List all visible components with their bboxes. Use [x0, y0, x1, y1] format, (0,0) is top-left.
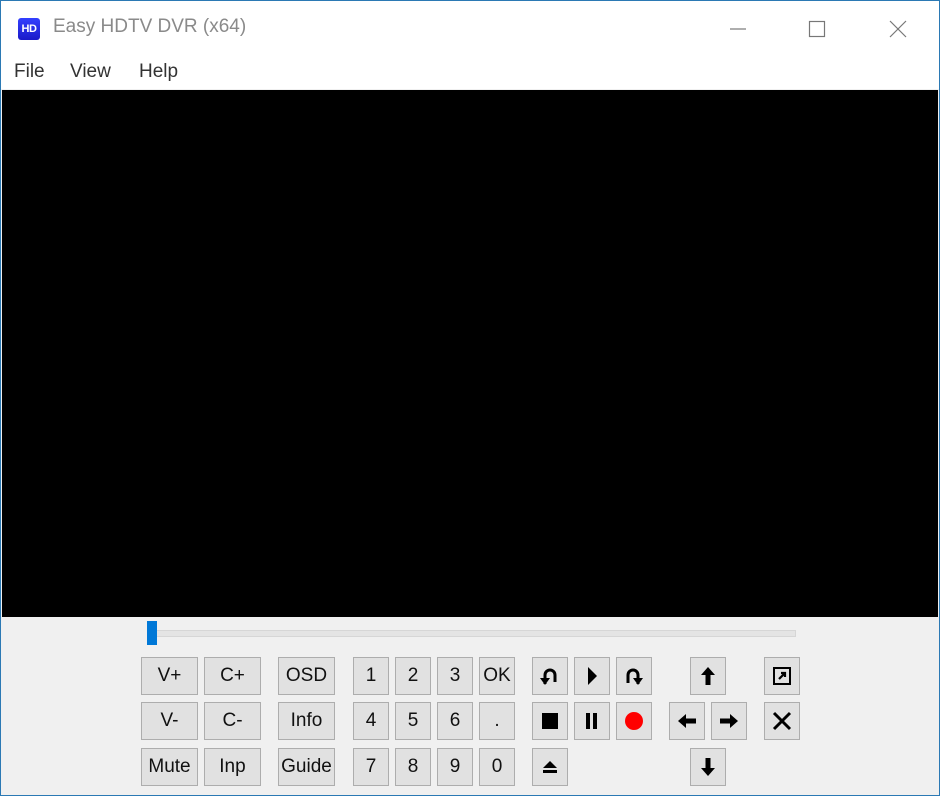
- play-button[interactable]: [574, 657, 610, 695]
- record-button[interactable]: [616, 702, 652, 740]
- key-6-button[interactable]: 6: [437, 702, 473, 740]
- nav-down-button[interactable]: [690, 748, 726, 786]
- stop-icon: [542, 713, 558, 729]
- nav-left-button[interactable]: [669, 702, 705, 740]
- osd-button[interactable]: OSD: [278, 657, 335, 695]
- arrow-down-icon: [701, 758, 715, 776]
- seek-track[interactable]: [156, 630, 796, 637]
- mute-button[interactable]: Mute: [141, 748, 198, 786]
- eject-icon: [543, 761, 557, 773]
- minimize-icon: [730, 27, 746, 30]
- key-2-button[interactable]: 2: [395, 657, 431, 695]
- input-button[interactable]: Inp: [204, 748, 261, 786]
- close-video-button[interactable]: [764, 702, 800, 740]
- key-8-button[interactable]: 8: [395, 748, 431, 786]
- skip-forward-icon: [626, 668, 643, 685]
- window-title: Easy HDTV DVR (x64): [53, 16, 247, 37]
- minimize-button[interactable]: [699, 1, 777, 56]
- pause-icon: [586, 713, 597, 729]
- arrow-right-icon: [720, 714, 738, 728]
- pause-button[interactable]: [574, 702, 610, 740]
- key-3-button[interactable]: 3: [437, 657, 473, 695]
- stop-button[interactable]: [532, 702, 568, 740]
- close-icon: [889, 20, 907, 37]
- channel-down-button[interactable]: C-: [204, 702, 261, 740]
- menu-view[interactable]: View: [70, 61, 111, 83]
- video-display[interactable]: [2, 90, 938, 617]
- menu-file[interactable]: File: [14, 61, 45, 83]
- nav-up-button[interactable]: [690, 657, 726, 695]
- menu-help[interactable]: Help: [139, 61, 178, 83]
- popout-button[interactable]: [764, 657, 800, 695]
- arrow-left-icon: [678, 714, 696, 728]
- info-button[interactable]: Info: [278, 702, 335, 740]
- arrow-up-icon: [701, 667, 715, 685]
- replay-icon: [540, 668, 557, 685]
- volume-down-button[interactable]: V-: [141, 702, 198, 740]
- key-5-button[interactable]: 5: [395, 702, 431, 740]
- guide-button[interactable]: Guide: [278, 748, 335, 786]
- volume-up-button[interactable]: V+: [141, 657, 198, 695]
- record-icon: [625, 712, 643, 730]
- key-0-button[interactable]: 0: [479, 748, 515, 786]
- channel-up-button[interactable]: C+: [204, 657, 261, 695]
- eject-button[interactable]: [532, 748, 568, 786]
- ok-button[interactable]: OK: [479, 657, 515, 695]
- title-bar: HD Easy HDTV DVR (x64): [1, 1, 939, 56]
- menu-bar: File View Help: [1, 56, 939, 89]
- maximize-button[interactable]: [778, 1, 856, 56]
- nav-right-button[interactable]: [711, 702, 747, 740]
- seek-thumb[interactable]: [147, 621, 157, 645]
- key-9-button[interactable]: 9: [437, 748, 473, 786]
- key-4-button[interactable]: 4: [353, 702, 389, 740]
- app-icon: HD: [18, 18, 40, 40]
- maximize-icon: [808, 20, 826, 37]
- key-1-button[interactable]: 1: [353, 657, 389, 695]
- app-window: HD Easy HDTV DVR (x64) File View Help V+…: [0, 0, 940, 796]
- skip-forward-button[interactable]: [616, 657, 652, 695]
- dot-button[interactable]: .: [479, 702, 515, 740]
- key-7-button[interactable]: 7: [353, 748, 389, 786]
- play-icon: [588, 667, 597, 685]
- close-window-button[interactable]: [859, 1, 937, 56]
- close-icon: [772, 711, 792, 731]
- replay-button[interactable]: [532, 657, 568, 695]
- popout-icon: [773, 667, 791, 685]
